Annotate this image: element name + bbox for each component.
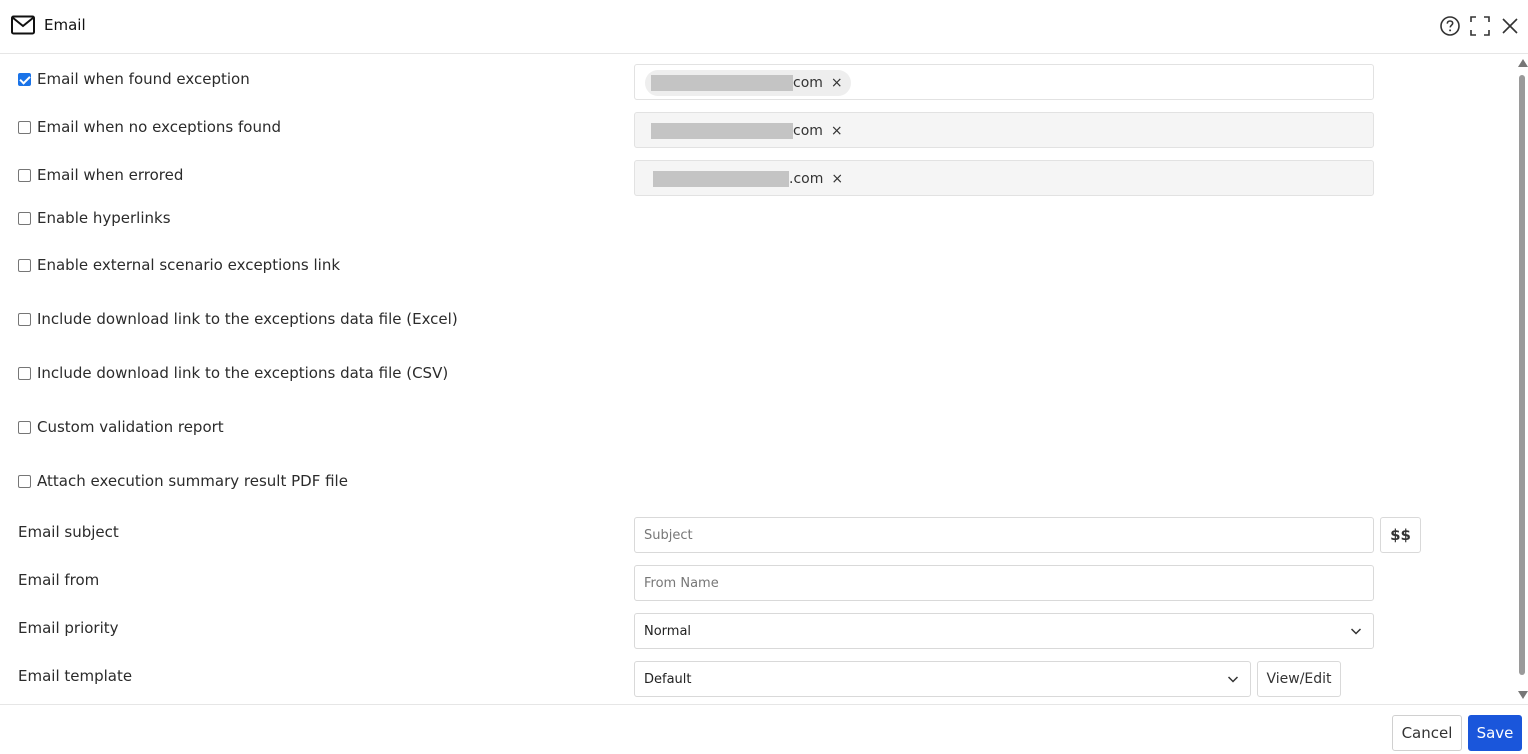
option-label: Include download link to the exceptions … bbox=[37, 310, 458, 328]
email-subject-label: Email subject bbox=[18, 523, 119, 541]
option-label: Attach execution summary result PDF file bbox=[37, 472, 348, 490]
option-download-csv[interactable]: Include download link to the exceptions … bbox=[18, 363, 448, 383]
save-button[interactable]: Save bbox=[1468, 715, 1522, 751]
remove-recipient-button[interactable]: × bbox=[831, 75, 843, 91]
option-label: Enable hyperlinks bbox=[37, 209, 171, 227]
dialog-footer: Cancel Save bbox=[0, 704, 1528, 754]
option-attach-summary-pdf[interactable]: Attach execution summary result PDF file bbox=[18, 471, 348, 491]
option-email-no-exceptions[interactable]: Email when no exceptions found bbox=[18, 117, 281, 137]
checkbox[interactable] bbox=[18, 474, 31, 488]
recipient-domain: com bbox=[793, 75, 823, 91]
email-from-input[interactable] bbox=[634, 565, 1374, 601]
recipient-chip: com × bbox=[645, 70, 851, 96]
close-icon[interactable] bbox=[1499, 15, 1521, 37]
email-template-select[interactable]: Default bbox=[634, 661, 1251, 697]
option-custom-validation-report[interactable]: Custom validation report bbox=[18, 417, 224, 437]
option-enable-hyperlinks[interactable]: Enable hyperlinks bbox=[18, 208, 171, 228]
redacted-email bbox=[653, 171, 789, 187]
option-label: Enable external scenario exceptions link bbox=[37, 256, 341, 274]
recipients-errored-input[interactable]: .com × bbox=[634, 160, 1374, 196]
option-label: Email when found exception bbox=[37, 70, 250, 88]
checkbox[interactable] bbox=[18, 120, 31, 134]
chevron-down-icon bbox=[1351, 628, 1361, 635]
checkbox[interactable] bbox=[18, 258, 31, 272]
dialog-header: Email bbox=[0, 0, 1528, 54]
checkbox[interactable] bbox=[18, 312, 31, 326]
remove-recipient-button[interactable]: × bbox=[831, 171, 843, 187]
checkbox[interactable] bbox=[18, 366, 31, 380]
option-label: Email when errored bbox=[37, 166, 184, 184]
dialog-title: Email bbox=[44, 16, 86, 34]
option-email-errored[interactable]: Email when errored bbox=[18, 165, 183, 185]
recipient-domain: com bbox=[793, 123, 823, 139]
recipient-chip: com × bbox=[645, 118, 851, 144]
redacted-email bbox=[651, 75, 793, 91]
option-email-found-exception[interactable]: Email when found exception bbox=[18, 69, 250, 89]
email-priority-select[interactable]: Normal bbox=[634, 613, 1374, 649]
fullscreen-icon[interactable] bbox=[1469, 15, 1491, 37]
chevron-down-icon bbox=[1228, 676, 1238, 683]
email-template-value: Default bbox=[644, 671, 692, 687]
help-icon[interactable] bbox=[1439, 15, 1461, 37]
checkbox[interactable] bbox=[18, 72, 31, 86]
insert-variable-button[interactable]: $$ bbox=[1380, 517, 1421, 553]
checkbox[interactable] bbox=[18, 168, 31, 182]
option-label: Email when no exceptions found bbox=[37, 118, 281, 136]
vertical-scrollbar[interactable] bbox=[1516, 55, 1528, 703]
scroll-down-arrow-icon[interactable] bbox=[1518, 691, 1528, 699]
option-external-scenario-link[interactable]: Enable external scenario exceptions link bbox=[18, 255, 340, 275]
email-priority-label: Email priority bbox=[18, 619, 119, 637]
scroll-up-arrow-icon[interactable] bbox=[1518, 59, 1528, 67]
email-from-label: Email from bbox=[18, 571, 100, 589]
email-template-label: Email template bbox=[18, 667, 133, 685]
remove-recipient-button[interactable]: × bbox=[831, 123, 843, 139]
cancel-button[interactable]: Cancel bbox=[1392, 715, 1462, 751]
dialog-body: Email when found exception Email when no… bbox=[0, 55, 1516, 703]
option-label: Include download link to the exceptions … bbox=[37, 364, 449, 382]
recipient-domain: .com bbox=[789, 171, 824, 187]
recipient-chip: .com × bbox=[647, 166, 851, 192]
view-edit-template-button[interactable]: View/Edit bbox=[1257, 661, 1341, 697]
recipients-no-exceptions-input[interactable]: com × bbox=[634, 112, 1374, 148]
mail-icon bbox=[11, 15, 35, 35]
email-priority-value: Normal bbox=[644, 623, 692, 639]
email-subject-input[interactable] bbox=[634, 517, 1374, 553]
redacted-email bbox=[651, 123, 793, 139]
option-download-excel[interactable]: Include download link to the exceptions … bbox=[18, 309, 458, 329]
recipients-found-exception-input[interactable]: com × bbox=[634, 64, 1374, 100]
option-label: Custom validation report bbox=[37, 418, 224, 436]
checkbox[interactable] bbox=[18, 420, 31, 434]
scrollbar-thumb[interactable] bbox=[1519, 75, 1525, 675]
checkbox[interactable] bbox=[18, 211, 31, 225]
